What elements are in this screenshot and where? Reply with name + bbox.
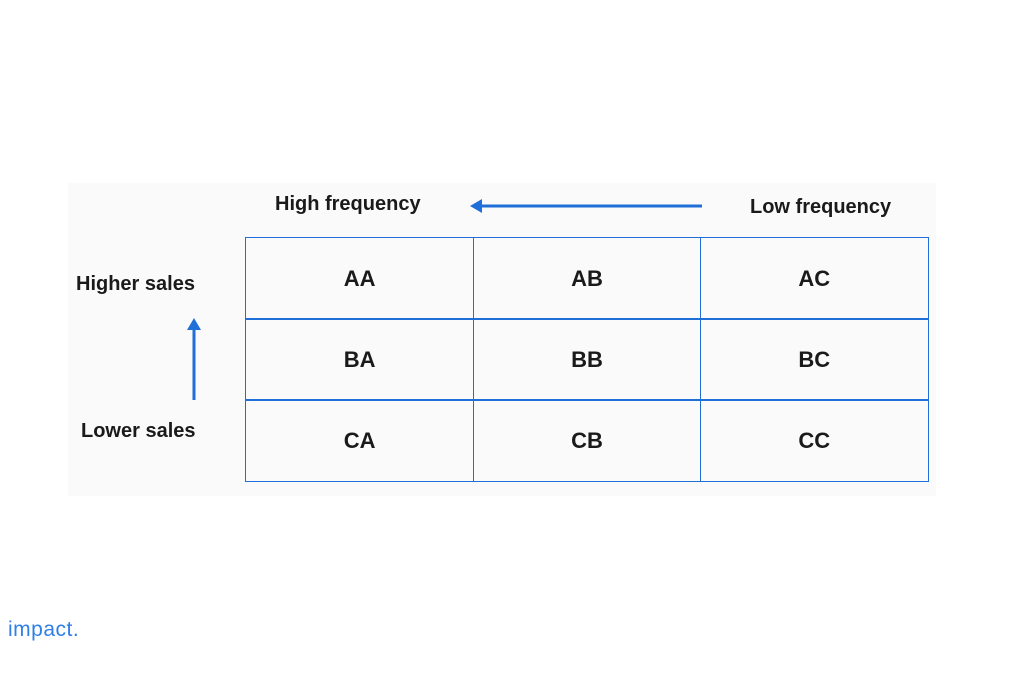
higher-sales-label: Higher sales [76, 273, 195, 295]
abc-xyz-matrix: AA AB AC BA BB BC CA CB CC [245, 237, 929, 482]
matrix-cell: AA [245, 237, 475, 320]
matrix-cell: BB [472, 318, 702, 401]
matrix-cell: BA [245, 318, 475, 401]
matrix-cell: AC [699, 237, 929, 320]
high-frequency-label: High frequency [275, 193, 421, 215]
matrix-cell: CB [472, 399, 702, 482]
lower-sales-label: Lower sales [81, 420, 196, 442]
matrix-cell: BC [699, 318, 929, 401]
matrix-cell: CA [245, 399, 475, 482]
up-arrow-icon [187, 318, 201, 400]
impact-logo: impact. [8, 618, 80, 641]
left-arrow-icon [470, 199, 702, 213]
matrix-cell: CC [699, 399, 929, 482]
low-frequency-label: Low frequency [750, 196, 892, 218]
matrix-cell: AB [472, 237, 702, 320]
